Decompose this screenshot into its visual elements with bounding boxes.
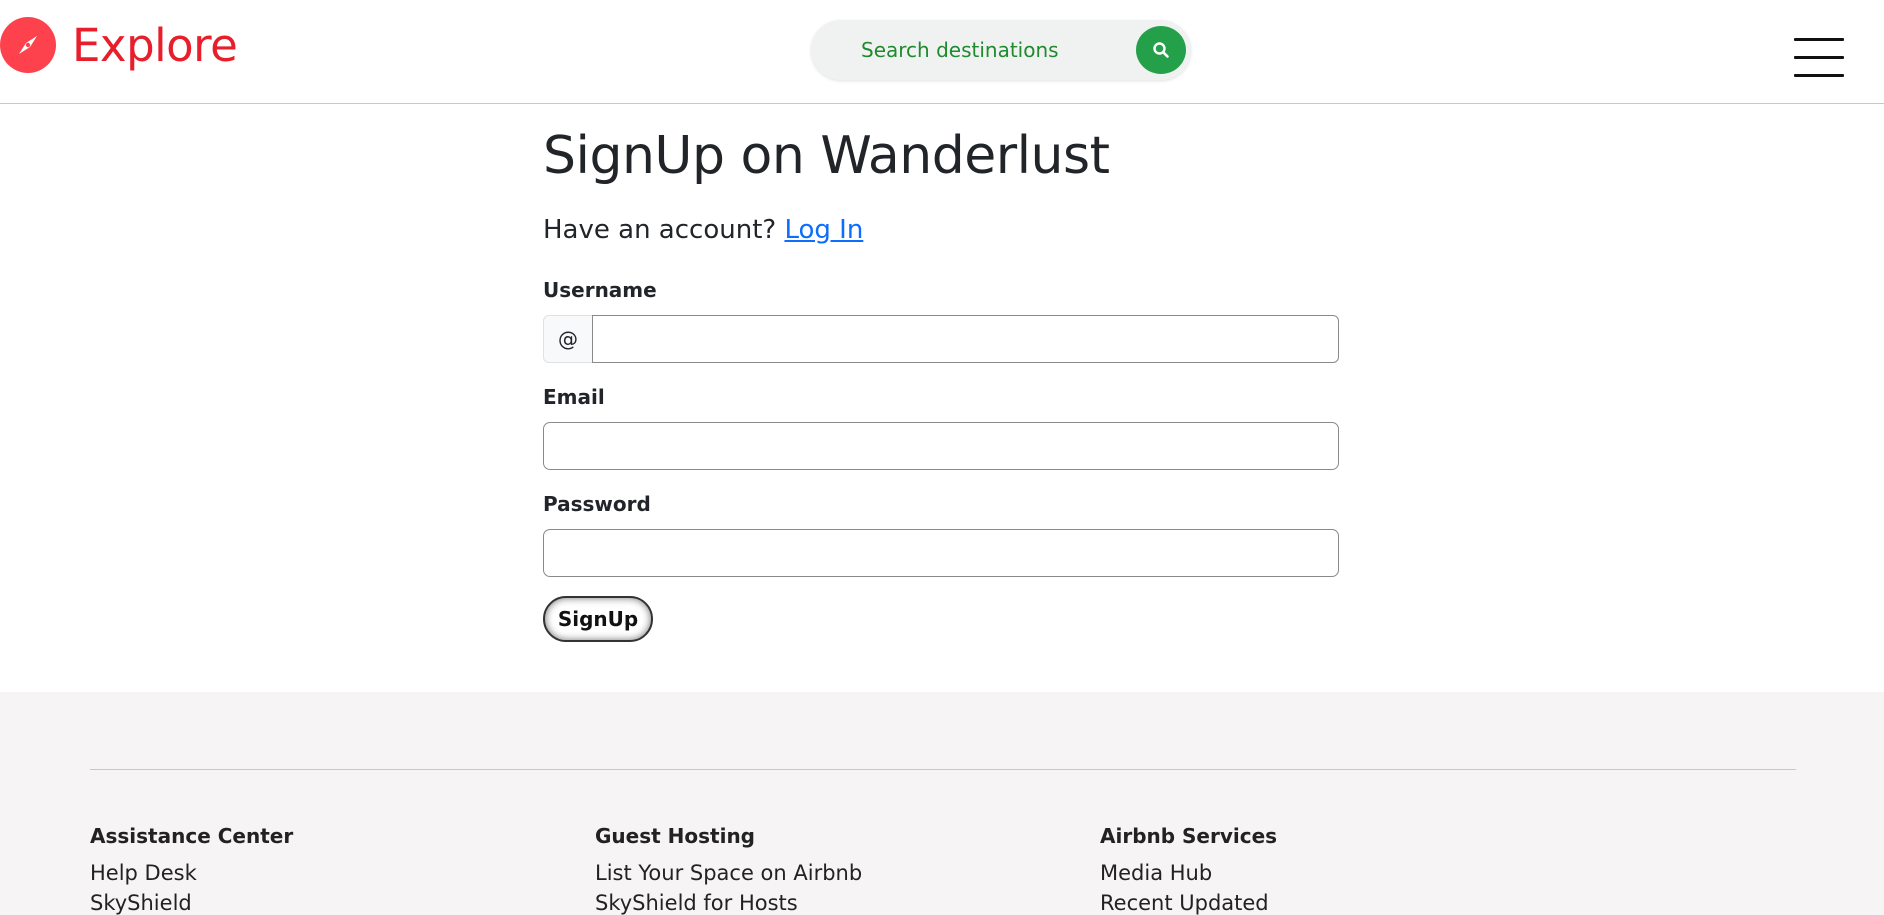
footer-link-help-desk[interactable]: Help Desk (90, 858, 570, 888)
page-title: SignUp on Wanderlust (543, 126, 1110, 186)
footer-column-hosting: Guest Hosting List Your Space on Airbnb … (595, 822, 1075, 915)
username-label: Username (543, 278, 657, 302)
hamburger-menu-icon[interactable] (1794, 38, 1844, 78)
search-button[interactable] (1136, 26, 1186, 74)
account-prompt-text: Have an account? (543, 215, 777, 245)
login-link[interactable]: Log In (784, 215, 863, 245)
account-prompt: Have an account? Log In (543, 215, 863, 245)
footer-divider (90, 769, 1796, 770)
menu-bar (1794, 56, 1844, 59)
password-label: Password (543, 492, 651, 516)
username-input[interactable] (592, 315, 1339, 363)
footer-column-services: Airbnb Services Media Hub Recent Updated (1100, 822, 1580, 915)
signup-button[interactable]: SignUp (543, 596, 653, 642)
compass-icon (0, 17, 56, 73)
footer-heading: Guest Hosting (595, 824, 755, 848)
footer-link-skyshield[interactable]: SkyShield (90, 888, 570, 915)
username-group: @ (543, 315, 1339, 363)
footer-link-media-hub[interactable]: Media Hub (1100, 858, 1580, 888)
navbar: Explore (0, 0, 1884, 104)
search-input[interactable] (861, 32, 1111, 68)
footer-link-skyshield-hosts[interactable]: SkyShield for Hosts (595, 888, 1075, 915)
search-icon (1153, 42, 1169, 58)
menu-bar (1794, 38, 1844, 41)
footer: Assistance Center Help Desk SkyShield Gu… (0, 692, 1884, 915)
menu-bar (1794, 74, 1844, 77)
at-sign-prefix: @ (543, 315, 592, 363)
footer-heading: Assistance Center (90, 824, 294, 848)
footer-link-recent-updated[interactable]: Recent Updated (1100, 888, 1580, 915)
email-label: Email (543, 385, 605, 409)
password-input[interactable] (543, 529, 1339, 577)
footer-heading: Airbnb Services (1100, 824, 1278, 848)
email-input[interactable] (543, 422, 1339, 470)
brand-name: Explore (72, 18, 238, 72)
brand-link[interactable]: Explore (0, 14, 238, 76)
search-bar (811, 20, 1191, 80)
footer-link-list-space[interactable]: List Your Space on Airbnb (595, 858, 1075, 888)
footer-column-assistance: Assistance Center Help Desk SkyShield (90, 822, 570, 915)
